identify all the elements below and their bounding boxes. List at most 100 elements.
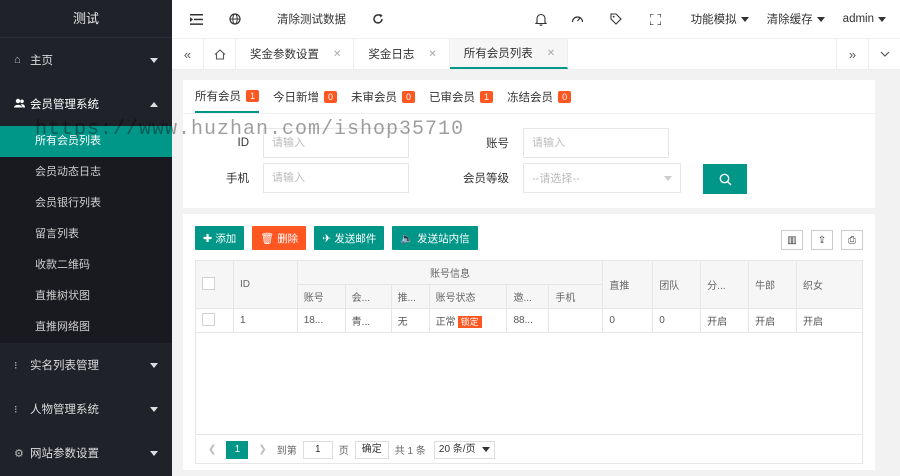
send-icon: ✈ [322, 232, 332, 245]
func-simulate-label: 功能模拟 [690, 14, 737, 26]
notification-button[interactable] [525, 0, 557, 39]
search-button[interactable] [703, 164, 747, 194]
select-all-checkbox[interactable] [202, 276, 215, 290]
col-phone[interactable]: 手机 [548, 284, 604, 309]
col-weaver[interactable]: 织女 [796, 260, 863, 309]
subtab-today[interactable]: 今日新增 0 [273, 80, 338, 113]
subtab-label: 今日新增 [273, 91, 320, 104]
tabs-menu-button[interactable] [868, 39, 900, 69]
table-row[interactable]: 1 18... 青... 无 正常 锁定 88... 0 0 开启 开启 开启 [195, 308, 863, 333]
col-share[interactable]: 分... [700, 260, 750, 309]
cell-share: 开启 [700, 308, 750, 333]
subtab-reviewed[interactable]: 已审会员 1 [429, 80, 494, 113]
pagination: ❮ 1 ❯ 到第 1 页 确定 共 1 条 20 条/页 [195, 436, 863, 464]
subtab-all[interactable]: 所有会员 1 [195, 80, 260, 113]
menu-toggle-button[interactable] [172, 0, 213, 39]
col-invite[interactable]: 邀... [506, 284, 550, 309]
tabs-prev-button[interactable]: « [172, 39, 204, 69]
submenu-tree[interactable]: 直推树状图 [0, 281, 172, 312]
col-member[interactable]: 会... [344, 284, 392, 309]
subtab-frozen[interactable]: 冻结会员 0 [507, 80, 572, 113]
chevron-down-icon [816, 16, 825, 22]
home-tab[interactable] [204, 39, 236, 69]
close-icon[interactable]: ✕ [547, 48, 555, 59]
goto-label: 到第 [276, 446, 297, 457]
current-page[interactable]: 1 [226, 440, 249, 459]
delete-button[interactable]: 🗑 删除 [252, 226, 307, 250]
phone-input[interactable] [263, 163, 409, 193]
level-select-value: --请选择-- [532, 173, 580, 185]
globe-button[interactable] [213, 0, 251, 39]
submenu-member-log[interactable]: 会员动态日志 [0, 157, 172, 188]
phone-label: 手机 [226, 173, 249, 185]
dots-icon: ⁝ [14, 359, 18, 372]
search-icon [719, 173, 732, 186]
submenu-bank-list[interactable]: 会员银行列表 [0, 188, 172, 219]
dashboard-icon [571, 16, 583, 23]
row-select-cell[interactable] [195, 308, 234, 333]
id-label: ID [237, 137, 250, 149]
clear-cache-dropdown[interactable]: 清除缓存 [759, 0, 835, 39]
col-team[interactable]: 团队 [652, 260, 702, 309]
member-submenu: 所有会员列表 会员动态日志 会员银行列表 留言列表 收款二维码 直推树状图 直推… [0, 126, 172, 343]
send-message-button[interactable]: 🔈 发送站内信 [392, 226, 478, 250]
add-button[interactable]: ✚ 添加 [195, 226, 245, 250]
menu-home[interactable]: ⌂ 主页 [0, 38, 172, 82]
col-account[interactable]: 账号 [296, 284, 346, 309]
menu-site-settings[interactable]: ⚙ 网站参数设置 [0, 431, 172, 475]
submenu-messages[interactable]: 留言列表 [0, 219, 172, 250]
export-button[interactable]: ⇪ [811, 230, 833, 250]
tab-bonus-settings[interactable]: 奖金参数设置 ✕ [236, 39, 355, 69]
cell-weaver: 开启 [796, 308, 863, 333]
col-id[interactable]: ID [232, 260, 298, 309]
refresh-button[interactable] [356, 0, 394, 39]
col-status[interactable]: 账号状态 [428, 284, 508, 309]
next-page-icon[interactable]: ❯ [258, 444, 266, 455]
users-icon [14, 98, 30, 111]
theme-button[interactable] [557, 0, 594, 39]
clear-test-data-button[interactable]: 清除测试数据 [251, 0, 356, 39]
print-icon: ⎙ [848, 234, 856, 246]
tabs-next-button[interactable]: » [836, 39, 868, 69]
col-referrer[interactable]: 推... [390, 284, 430, 309]
close-icon[interactable]: ✕ [333, 49, 341, 60]
goto-confirm-button[interactable]: 确定 [354, 440, 389, 459]
chevron-down-icon [150, 362, 158, 368]
export-icon: ⇪ [817, 234, 827, 246]
subtab-unreviewed[interactable]: 未审会员 0 [351, 80, 416, 113]
menu-character[interactable]: ⁝ 人物管理系统 [0, 387, 172, 431]
page-size-select[interactable]: 20 条/页 [433, 440, 495, 459]
select-all-cell[interactable] [195, 260, 234, 309]
account-input[interactable] [523, 128, 669, 158]
user-dropdown[interactable]: admin [835, 0, 900, 39]
menu-realname[interactable]: ⁝ 实名列表管理 [0, 343, 172, 387]
col-group-account: 账号信息 [296, 260, 604, 285]
func-simulate-dropdown[interactable]: 功能模拟 [671, 0, 759, 39]
columns-button[interactable]: ▥ [781, 230, 803, 250]
count-badge: 0 [558, 90, 572, 103]
submenu-all-members[interactable]: 所有会员列表 [0, 126, 172, 157]
lock-badge[interactable]: 锁定 [457, 316, 482, 328]
submenu-network[interactable]: 直推网络图 [0, 312, 172, 343]
tab-all-members[interactable]: 所有会员列表 ✕ [449, 39, 569, 69]
row-checkbox[interactable] [202, 312, 215, 326]
page-input[interactable]: 1 [302, 440, 333, 459]
count-badge: 1 [480, 90, 494, 103]
count-badge: 0 [402, 90, 416, 103]
tab-bonus-log[interactable]: 奖金日志 ✕ [354, 39, 450, 69]
col-cowherd[interactable]: 牛郎 [748, 260, 798, 309]
fullscreen-button[interactable] [632, 0, 671, 39]
send-mail-button[interactable]: ✈ 发送邮件 [314, 226, 385, 250]
print-button[interactable]: ⎙ [841, 230, 863, 250]
level-select[interactable]: --请选择-- [523, 163, 681, 193]
chevron-down-icon [150, 406, 158, 412]
prev-page-icon[interactable]: ❮ [208, 444, 216, 455]
close-icon[interactable]: ✕ [428, 49, 436, 60]
submenu-qrcode[interactable]: 收款二维码 [0, 250, 172, 281]
col-direct[interactable]: 直推 [602, 260, 654, 309]
menu-member-system[interactable]: 会员管理系统 [0, 82, 172, 126]
tag-button[interactable] [594, 0, 632, 39]
id-input[interactable] [263, 128, 409, 158]
menu-label: 人物管理系统 [30, 404, 99, 416]
cell-phone [548, 308, 604, 333]
